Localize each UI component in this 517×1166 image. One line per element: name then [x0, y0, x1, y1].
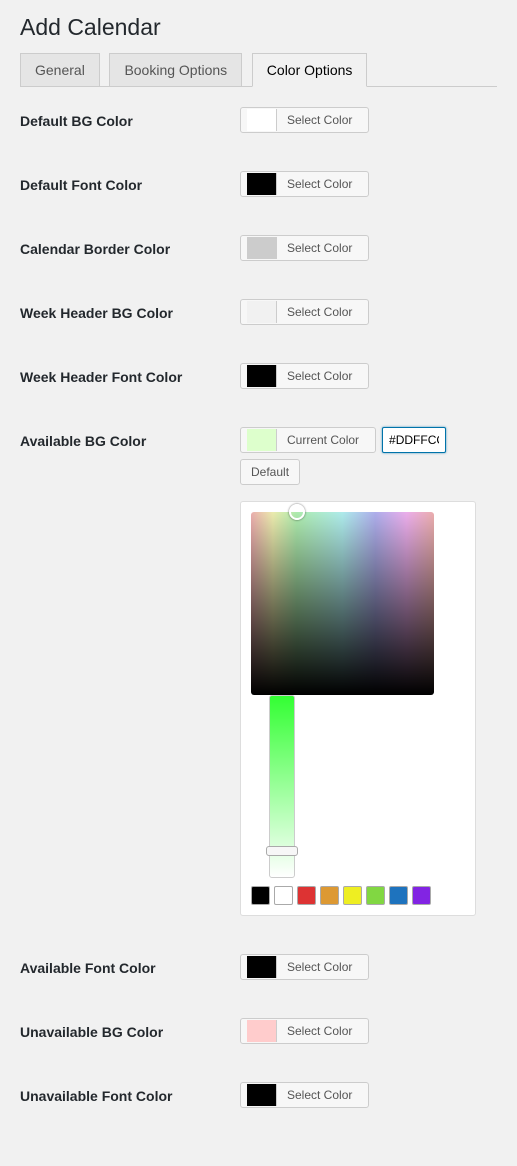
row-week-header-font-color: Week Header Font Color Select Color	[20, 363, 497, 389]
row-default-bg-color: Default BG Color Select Color	[20, 107, 497, 133]
button-label: Select Color	[277, 301, 362, 323]
tab-color-options[interactable]: Color Options	[252, 53, 368, 87]
color-swatch	[247, 237, 277, 259]
color-swatch	[247, 109, 277, 131]
palette-swatch[interactable]	[297, 886, 316, 905]
button-label: Current Color	[277, 429, 369, 451]
label-unavailable-bg-color: Unavailable BG Color	[20, 1018, 240, 1040]
row-unavailable-bg-color: Unavailable BG Color Select Color	[20, 1018, 497, 1044]
select-color-button[interactable]: Select Color	[240, 299, 369, 325]
tab-general[interactable]: General	[20, 53, 100, 86]
row-unavailable-font-color: Unavailable Font Color Select Color	[20, 1082, 497, 1108]
palette-swatch[interactable]	[251, 886, 270, 905]
color-picker-hue-slider[interactable]	[269, 695, 295, 878]
select-color-button[interactable]: Select Color	[240, 107, 369, 133]
label-unavailable-font-color: Unavailable Font Color	[20, 1082, 240, 1104]
button-label: Select Color	[277, 1020, 362, 1042]
hex-color-input[interactable]	[382, 427, 446, 453]
label-default-font-color: Default Font Color	[20, 171, 240, 193]
palette-swatch[interactable]	[343, 886, 362, 905]
button-label: Select Color	[277, 173, 362, 195]
row-available-bg-color: Available BG Color Current Color Default	[20, 427, 497, 916]
palette-swatch[interactable]	[366, 886, 385, 905]
palette-swatch[interactable]	[320, 886, 339, 905]
color-swatch	[247, 301, 277, 323]
label-available-font-color: Available Font Color	[20, 954, 240, 976]
color-picker-hue-handle[interactable]	[266, 846, 298, 856]
color-swatch	[247, 173, 277, 195]
button-label: Select Color	[277, 365, 362, 387]
color-picker	[240, 501, 476, 916]
color-swatch	[247, 1084, 277, 1106]
color-picker-saturation-area[interactable]	[251, 512, 434, 695]
color-swatch	[247, 1020, 277, 1042]
palette-swatch[interactable]	[389, 886, 408, 905]
select-color-button[interactable]: Select Color	[240, 954, 369, 980]
current-color-button[interactable]: Current Color	[240, 427, 376, 453]
palette-swatch[interactable]	[274, 886, 293, 905]
row-available-font-color: Available Font Color Select Color	[20, 954, 497, 980]
color-picker-handle[interactable]	[289, 504, 305, 520]
row-calendar-border-color: Calendar Border Color Select Color	[20, 235, 497, 261]
button-label: Select Color	[277, 109, 362, 131]
color-palette	[251, 886, 434, 905]
row-week-header-bg-color: Week Header BG Color Select Color	[20, 299, 497, 325]
palette-swatch[interactable]	[412, 886, 431, 905]
select-color-button[interactable]: Select Color	[240, 1082, 369, 1108]
select-color-button[interactable]: Select Color	[240, 235, 369, 261]
row-default-font-color: Default Font Color Select Color	[20, 171, 497, 197]
tab-booking-options[interactable]: Booking Options	[109, 53, 242, 86]
color-swatch	[247, 956, 277, 978]
button-label: Select Color	[277, 237, 362, 259]
button-label: Select Color	[277, 1084, 362, 1106]
label-week-header-font-color: Week Header Font Color	[20, 363, 240, 385]
select-color-button[interactable]: Select Color	[240, 171, 369, 197]
default-color-button[interactable]: Default	[240, 459, 300, 485]
select-color-button[interactable]: Select Color	[240, 363, 369, 389]
select-color-button[interactable]: Select Color	[240, 1018, 369, 1044]
page-title: Add Calendar	[20, 14, 497, 41]
color-swatch	[247, 365, 277, 387]
label-week-header-bg-color: Week Header BG Color	[20, 299, 240, 321]
label-calendar-border-color: Calendar Border Color	[20, 235, 240, 257]
tab-bar: General Booking Options Color Options	[20, 53, 497, 87]
label-default-bg-color: Default BG Color	[20, 107, 240, 129]
button-label: Select Color	[277, 956, 362, 978]
label-available-bg-color: Available BG Color	[20, 427, 240, 449]
color-swatch	[247, 429, 277, 451]
